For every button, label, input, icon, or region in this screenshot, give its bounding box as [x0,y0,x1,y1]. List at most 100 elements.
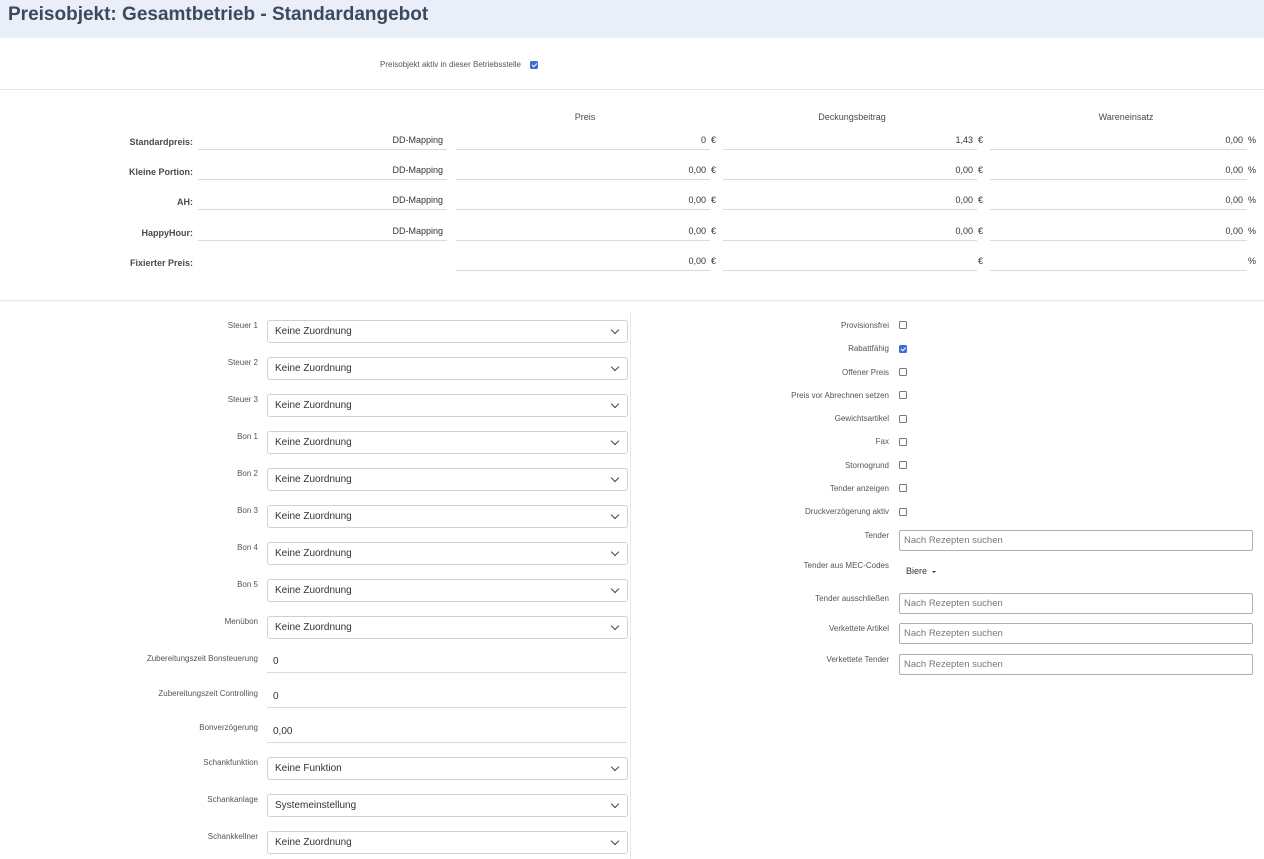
preis-input[interactable]: 0 [456,134,710,150]
select-value: Keine Zuordnung [275,548,352,559]
chevron-down-icon [610,510,620,520]
label-tender-mec: Tender aus MEC-Codes [803,561,889,570]
unit-euro: € [711,195,717,205]
chevron-down-icon [610,762,620,772]
wareneinsatz-input[interactable]: 0,00 [990,225,1247,241]
label-bonverzoegerung: Bonverzögerung [199,723,258,732]
checkbox-rabattfaehig[interactable] [899,345,907,353]
label-schankkellner: Schankkellner [207,832,258,841]
search-input-verkettete-artikel[interactable]: Nach Rezepten suchen [899,623,1253,644]
wareneinsatz-input[interactable]: 0,00 [990,134,1247,150]
label-tender: Tender [864,531,889,540]
input-zubereitungszeit-bonsteuerung[interactable]: 0 [267,655,627,673]
row-label-kleine-portion: Kleine Portion: [128,167,193,177]
dropdown-tender-mec[interactable]: Biere [906,566,937,576]
select-schankanlage[interactable]: Systemeinstellung [267,794,628,817]
unit-euro: € [711,256,717,266]
label-stornogrund: Stornogrund [844,461,889,470]
mapping-field[interactable]: DD-Mapping [198,194,447,210]
active-label: Preisobjekt aktiv in dieser Betriebsstel… [380,60,521,69]
preis-input[interactable]: 0,00 [456,225,710,241]
wareneinsatz-input[interactable] [990,255,1247,271]
label-druckverzoegerung: Druckverzögerung aktiv [804,507,889,516]
unit-euro: € [711,135,717,145]
chevron-down-icon [610,473,620,483]
unit-percent: % [1248,165,1257,175]
label-tender-ausschliessen: Tender ausschließen [815,594,889,603]
select-value: Keine Zuordnung [275,437,352,448]
select-schankkellner[interactable]: Keine Zuordnung [267,831,628,854]
chevron-down-icon [610,547,620,557]
wareneinsatz-input[interactable]: 0,00 [990,194,1247,210]
select-steuer-1[interactable]: Keine Zuordnung [267,320,628,343]
unit-euro: € [978,135,984,145]
select-bon-3[interactable]: Keine Zuordnung [267,505,628,528]
label-zubereitungszeit-controlling: Zubereitungszeit Controlling [158,689,258,698]
row-label-standardpreis: Standardpreis: [129,137,193,147]
row-label-fixierter-preis: Fixierter Preis: [129,258,193,268]
page-title: Preisobjekt: Gesamtbetrieb - Standardang… [8,4,429,25]
select-value: Keine Zuordnung [275,511,352,522]
label-fax: Fax [875,437,889,446]
mapping-field[interactable]: DD-Mapping [198,225,447,241]
preis-input[interactable]: 0,00 [456,164,710,180]
select-value: Keine Funktion [275,763,342,774]
select-value: Keine Zuordnung [275,400,352,411]
unit-euro: € [978,165,984,175]
label-verkettete-artikel: Verkettete Artikel [828,624,889,633]
select-bon-2[interactable]: Keine Zuordnung [267,468,628,491]
select-value: Keine Zuordnung [275,622,352,633]
deckungsbeitrag-input[interactable]: 0,00 [723,194,977,210]
chevron-down-icon [610,436,620,446]
select-bon-4[interactable]: Keine Zuordnung [267,542,628,565]
dropdown-value: Biere [906,566,928,576]
checkbox-fax[interactable] [899,438,907,446]
label-provisionsfrei: Provisionsfrei [840,321,889,330]
deckungsbeitrag-input[interactable]: 0,00 [723,164,977,180]
label-rabattfaehig: Rabattfähig [848,344,889,353]
search-input-tender[interactable]: Nach Rezepten suchen [899,530,1253,551]
checkbox-gewichtsartikel[interactable] [899,415,907,423]
select-schankfunktion[interactable]: Keine Funktion [267,757,628,780]
select-menuebon[interactable]: Keine Zuordnung [267,616,628,639]
deckungsbeitrag-input[interactable]: 1,43 [723,134,977,150]
select-value: Keine Zuordnung [275,837,352,848]
page-header: Preisobjekt: Gesamtbetrieb - Standardang… [0,0,1264,38]
checkbox-tender-anzeigen[interactable] [899,484,907,492]
checkbox-offener-preis[interactable] [899,368,907,376]
preis-input[interactable]: 0,00 [456,194,710,210]
checkbox-stornogrund[interactable] [899,461,907,469]
select-steuer-3[interactable]: Keine Zuordnung [267,394,628,417]
active-checkbox[interactable] [530,61,538,69]
input-bonverzoegerung[interactable]: 0,00 [267,725,627,743]
wareneinsatz-input[interactable]: 0,00 [990,164,1247,180]
label-menuebon: Menübon [224,617,258,626]
preis-input[interactable]: 0,00 [456,255,710,271]
label-gewichtsartikel: Gewichtsartikel [834,414,889,423]
input-zubereitungszeit-controlling[interactable]: 0 [267,690,627,708]
checkbox-preis-vor-abrechnen[interactable] [899,391,907,399]
chevron-down-icon [610,325,620,335]
unit-euro: € [978,195,984,205]
select-steuer-2[interactable]: Keine Zuordnung [267,357,628,380]
divider [0,89,1264,90]
select-bon-1[interactable]: Keine Zuordnung [267,431,628,454]
unit-percent: % [1248,226,1257,236]
mapping-field[interactable]: DD-Mapping [198,164,447,180]
unit-euro: € [978,226,984,236]
select-bon-5[interactable]: Keine Zuordnung [267,579,628,602]
chevron-down-icon [610,399,620,409]
deckungsbeitrag-input[interactable] [723,255,977,271]
checkbox-druckverzoegerung[interactable] [899,508,907,516]
row-label-happyhour: HappyHour: [141,228,194,238]
caret-down-icon [932,570,937,573]
search-input-verkettete-tender[interactable]: Nach Rezepten suchen [899,654,1253,675]
search-input-tender-ausschliessen[interactable]: Nach Rezepten suchen [899,593,1253,614]
label-bon-1: Bon 1 [237,432,258,441]
mapping-field[interactable]: DD-Mapping [198,134,447,150]
checkbox-provisionsfrei[interactable] [899,321,907,329]
deckungsbeitrag-input[interactable]: 0,00 [723,225,977,241]
column-divider [630,312,631,859]
active-row: Preisobjekt aktiv in dieser Betriebsstel… [0,59,1264,73]
label-bon-2: Bon 2 [237,469,258,478]
